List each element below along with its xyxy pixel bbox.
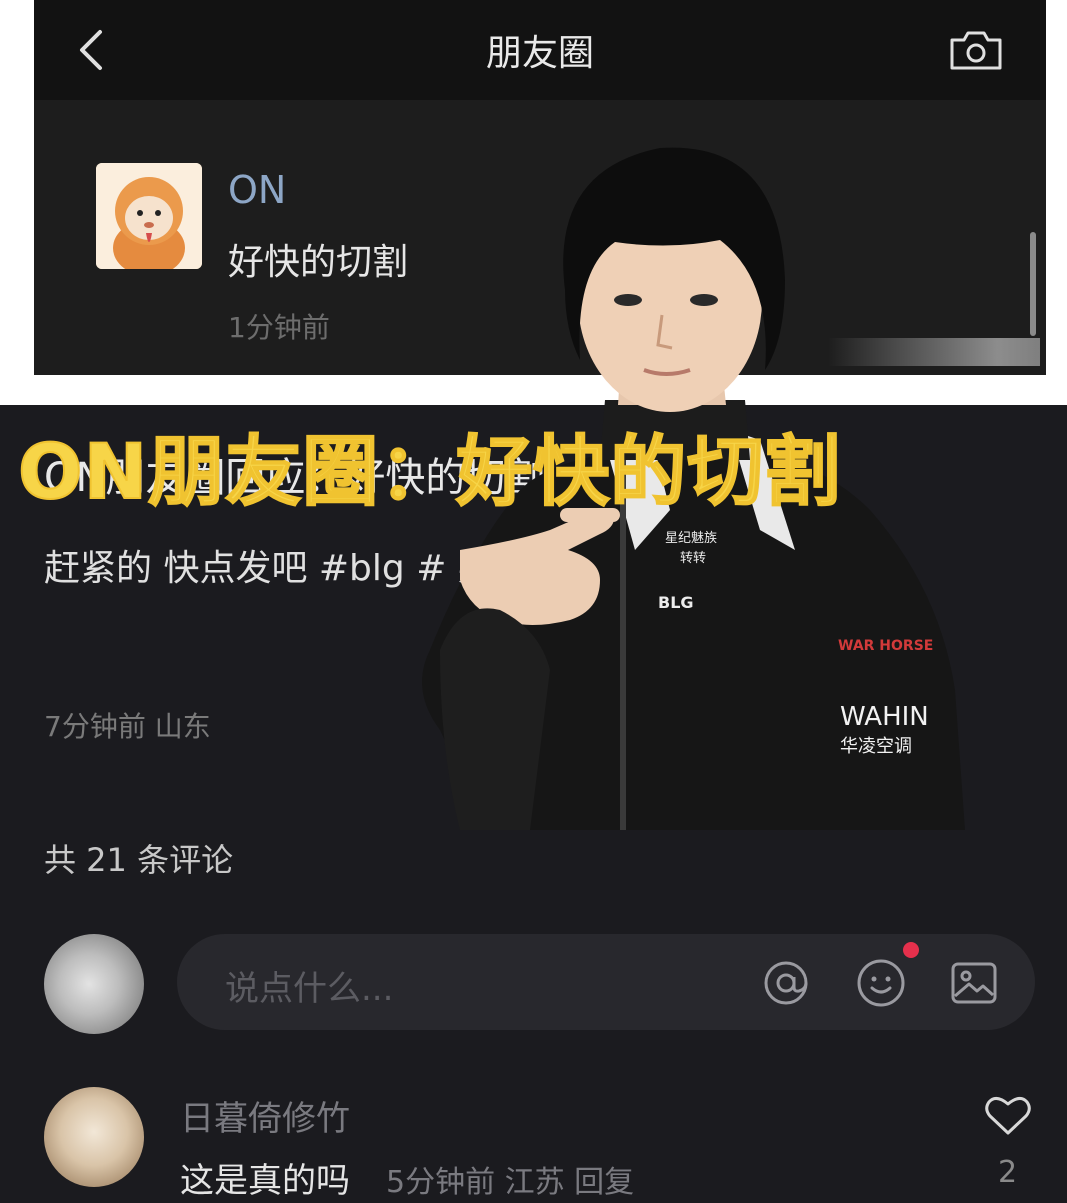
comment-meta[interactable]: 5分钟前 江苏 回复 bbox=[386, 1157, 634, 1201]
like-count: 2 bbox=[998, 1155, 1018, 1190]
jacket-brand-label: 星纪魅族 bbox=[665, 530, 717, 546]
post-meta: 7分钟前 山东 bbox=[44, 710, 211, 743]
scrollbar[interactable] bbox=[1030, 232, 1036, 336]
moments-nav-bar: 朋友圈 bbox=[34, 0, 1046, 100]
jacket-sponsor-wahin-cn: 华凌空调 bbox=[840, 736, 912, 757]
moments-title: 朋友圈 bbox=[485, 33, 594, 74]
commenter-name[interactable]: 日暮倚修竹 bbox=[180, 1091, 350, 1140]
on-avatar[interactable] bbox=[96, 163, 202, 269]
post-time: 1分钟前 bbox=[228, 311, 330, 344]
jacket-sponsor-warhorse: WAR HORSE bbox=[838, 638, 933, 654]
overlay-caption: ON朋友圈：好快的切割 bbox=[17, 426, 842, 517]
image-icon[interactable] bbox=[949, 958, 999, 1008]
commenter-avatar[interactable] bbox=[44, 1087, 144, 1187]
mention-icon[interactable] bbox=[761, 958, 811, 1008]
heart-icon[interactable] bbox=[984, 1093, 1032, 1137]
notification-dot bbox=[903, 942, 919, 958]
comment-count: 共 21 条评论 bbox=[44, 841, 234, 879]
comment-input-placeholder: 说点什么... bbox=[225, 969, 394, 1009]
jacket-brand-label-2: 转转 bbox=[680, 551, 706, 566]
comment-input[interactable]: 说点什么... bbox=[177, 934, 1035, 1030]
post-text: 好快的切割 bbox=[228, 242, 409, 283]
jacket-sponsor-wahin: WAHIN bbox=[840, 702, 929, 732]
comment-text: 这是真的吗 bbox=[180, 1161, 350, 1201]
emoji-icon[interactable] bbox=[856, 958, 906, 1008]
camera-icon[interactable] bbox=[948, 28, 1004, 72]
jacket-team-logo: BLG bbox=[658, 593, 694, 612]
post-author-name[interactable]: ON bbox=[228, 168, 286, 212]
current-user-avatar bbox=[44, 934, 144, 1034]
